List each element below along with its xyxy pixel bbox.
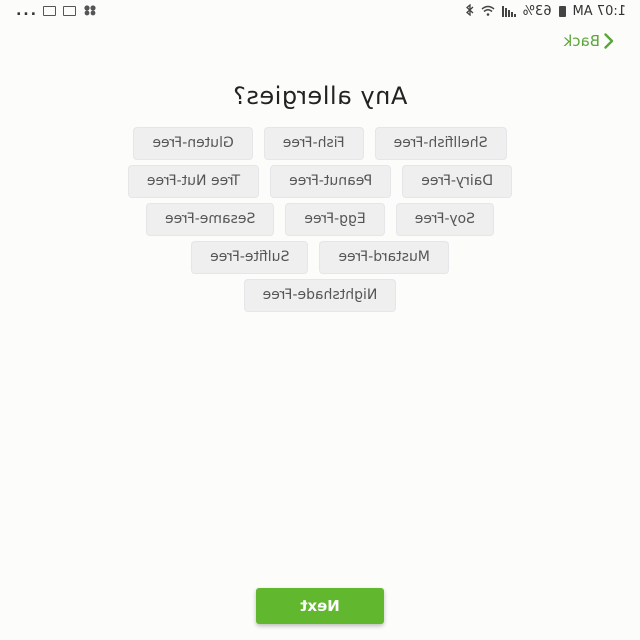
chip-fish-free[interactable]: Fish-Free: [264, 128, 363, 159]
status-left-group: 1:07 AM 63%: [465, 3, 626, 19]
chevron-left-icon: [604, 33, 614, 49]
status-time: 1:07 AM: [572, 3, 626, 19]
overflow-menu-icon[interactable]: ...: [14, 3, 36, 19]
chip-nightshade-free[interactable]: Nightshade-Free: [244, 280, 396, 311]
chip-egg-free[interactable]: Egg-Free: [286, 204, 384, 235]
signal-icon: [501, 5, 516, 17]
mail-icon: [62, 6, 76, 16]
chip-soy-free[interactable]: Soy-Free: [396, 204, 494, 235]
chip-mustard-free[interactable]: Mustard-Free: [320, 242, 448, 273]
chip-row: Nightshade-Free: [0, 280, 640, 311]
chip-peanut-free[interactable]: Peanut-Free: [271, 166, 391, 197]
status-right-group: ...: [14, 3, 97, 19]
allergy-options: Shellfish-Free Fish-Free Gluten-Free Dai…: [0, 128, 640, 318]
next-button[interactable]: Next: [256, 588, 384, 624]
wifi-icon: [481, 5, 495, 18]
battery-icon: [558, 5, 566, 17]
screen: 1:07 AM 63% ... Back Any allergies? Shel…: [0, 0, 640, 640]
chip-gluten-free[interactable]: Gluten-Free: [134, 128, 252, 159]
chip-row: Shellfish-Free Fish-Free Gluten-Free: [0, 128, 640, 159]
chip-shellfish-free[interactable]: Shellfish-Free: [375, 128, 506, 159]
battery-percent: 63%: [522, 3, 552, 19]
chip-tree-nut-free[interactable]: Tree Nut-Free: [128, 166, 259, 197]
back-label: Back: [563, 32, 600, 50]
bluetooth-icon: [465, 3, 474, 18]
chip-sulfite-free[interactable]: Sulfite-Free: [192, 242, 308, 273]
page-title: Any allergies?: [232, 82, 408, 110]
chip-dairy-free[interactable]: Dairy-Free: [403, 166, 512, 197]
pinwheel-icon: [83, 4, 97, 18]
chip-row: Mustard-Free Sulfite-Free: [0, 242, 640, 273]
chip-row: Dairy-Free Peanut-Free Tree Nut-Free: [0, 166, 640, 197]
status-bar: 1:07 AM 63% ...: [0, 0, 640, 22]
gallery-icon: [42, 6, 56, 16]
back-button[interactable]: Back: [564, 32, 614, 50]
chip-sesame-free[interactable]: Sesame-Free: [146, 204, 274, 235]
chip-row: Soy-Free Egg-Free Sesame-Free: [0, 204, 640, 235]
